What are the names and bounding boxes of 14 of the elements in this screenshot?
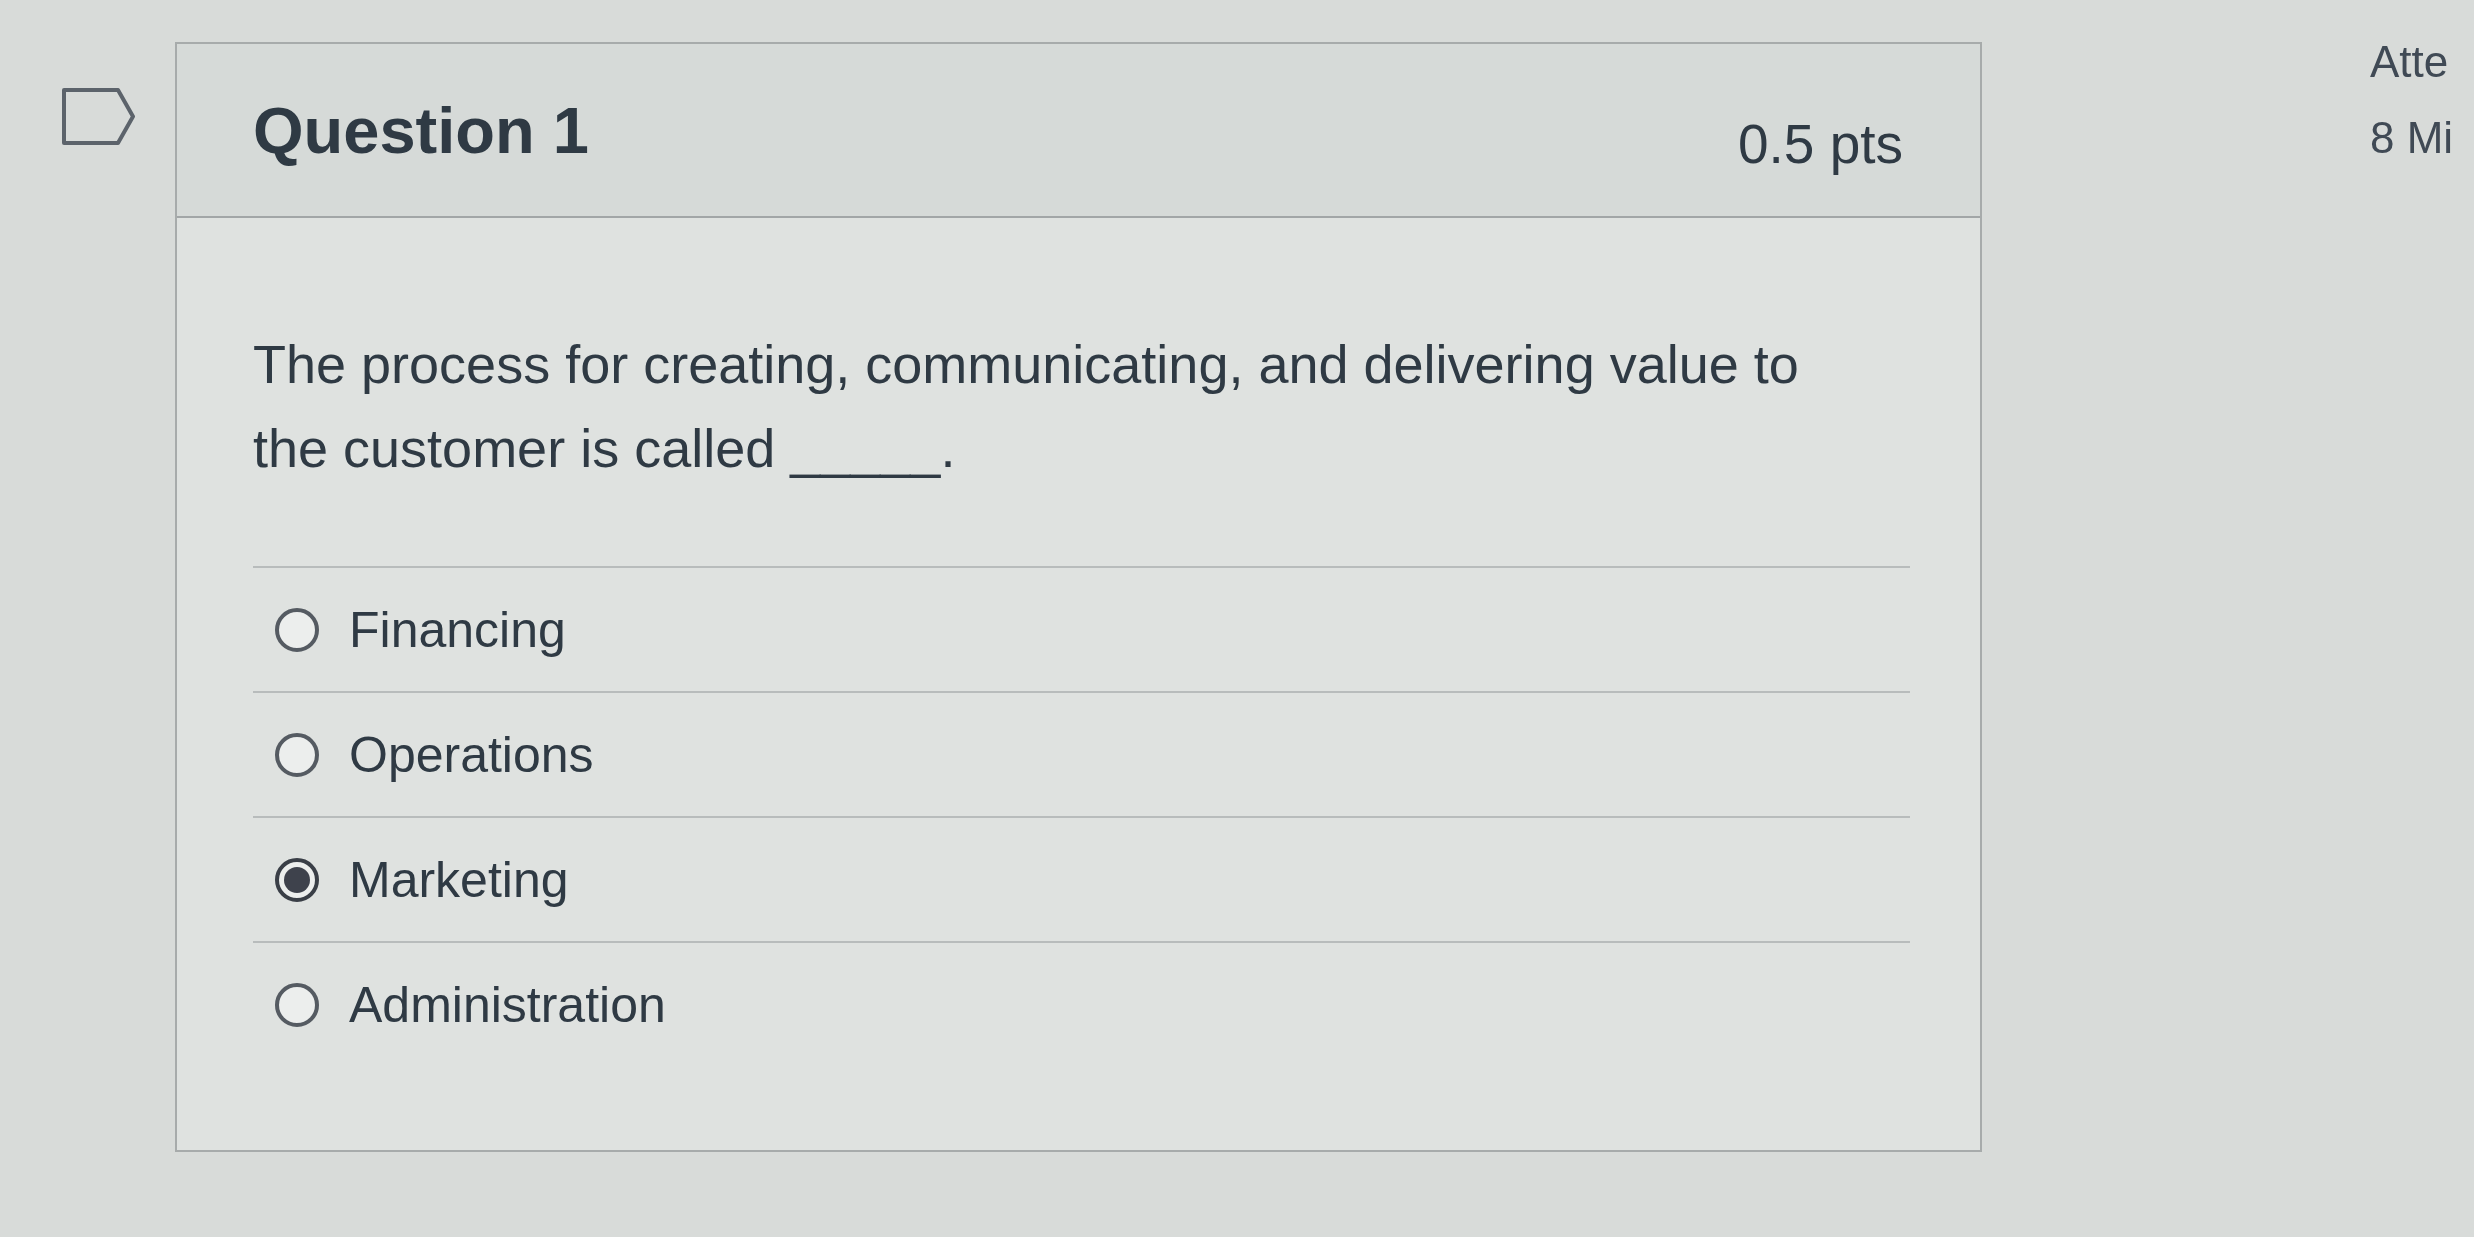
answer-label: Administration [349,975,666,1034]
radio-button[interactable] [275,857,319,902]
radio-button[interactable] [275,607,319,652]
question-title: Question 1 [253,92,589,168]
side-panel-text: Atte [2370,36,2450,88]
question-points: 0.5 pts [1737,112,1903,176]
answer-label: Marketing [349,850,569,909]
question-text: The process for creating, communicating, and delivering value to the customer is called _____. [253,333,1800,480]
answer-label: Operations [349,725,594,784]
side-panel-text: 8 Mi [2370,112,2454,164]
answer-label: Financing [349,600,566,659]
radio-button[interactable] [275,732,319,777]
flag-icon[interactable] [62,88,135,145]
radio-button[interactable] [275,982,319,1027]
